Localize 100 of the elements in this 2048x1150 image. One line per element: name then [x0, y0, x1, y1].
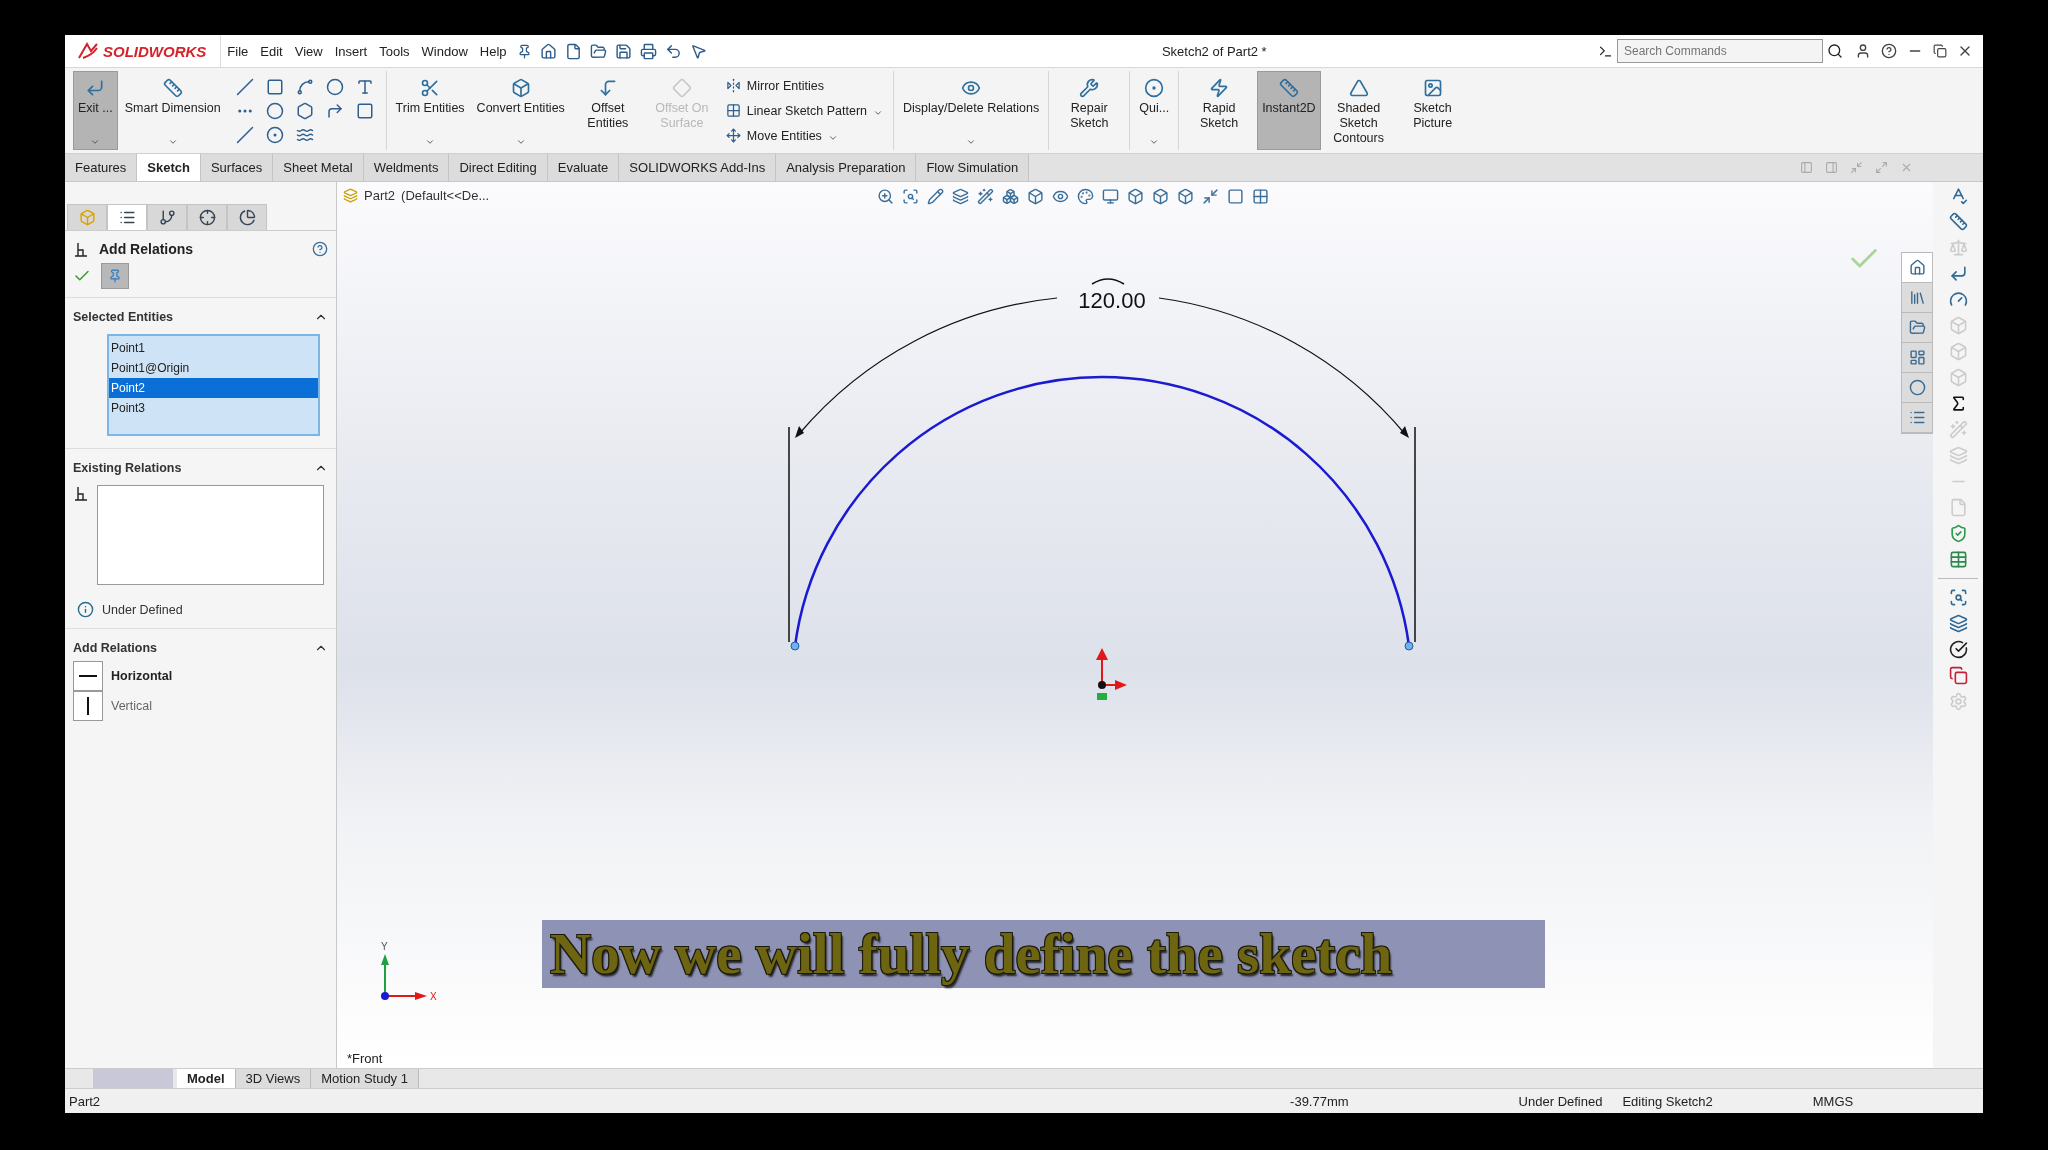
task-pane-tab[interactable] [1902, 343, 1932, 373]
zoom-icon[interactable] [877, 188, 894, 205]
command-button[interactable]: Rapid Sketch [1183, 71, 1256, 150]
relation-option[interactable]: Horizontal [65, 661, 173, 691]
search-icon[interactable] [1827, 43, 1843, 59]
line-icon[interactable] [235, 78, 254, 96]
monitor-icon[interactable] [1102, 188, 1119, 205]
view-orientation-icon[interactable] [1002, 188, 1019, 205]
command-button[interactable]: Offset Entities [571, 71, 644, 150]
entity-item[interactable]: Point2 [109, 378, 318, 398]
zoom-area-icon[interactable] [902, 188, 919, 205]
menu-item[interactable]: File [221, 41, 255, 61]
task-pane-tab[interactable] [1902, 253, 1932, 283]
fillet-icon[interactable] [325, 102, 344, 120]
cube-icon[interactable] [1127, 188, 1144, 205]
relations-list[interactable] [97, 485, 324, 585]
copy-icon[interactable] [1948, 666, 1968, 685]
ribbon-tab[interactable]: Sketch [137, 154, 201, 181]
menu-item[interactable]: Tools [373, 41, 416, 61]
printer-icon[interactable] [639, 42, 657, 60]
table-icon[interactable] [1948, 550, 1968, 569]
command-button[interactable]: Qui... [1134, 71, 1175, 150]
status-units[interactable]: MMGS [1812, 1093, 1854, 1109]
panel-tab[interactable] [107, 204, 147, 230]
model-tab[interactable]: Model [177, 1069, 236, 1088]
single-view-icon[interactable] [1227, 188, 1244, 205]
home-icon[interactable] [539, 42, 557, 60]
command-button[interactable]: Move Entities [723, 127, 886, 144]
arrow-icon[interactable] [1948, 264, 1968, 283]
ribbon-tab[interactable]: Analysis Preparation [776, 154, 917, 181]
task-pane-tab[interactable] [1902, 403, 1932, 433]
model-tab[interactable]: 3D Views [235, 1069, 312, 1088]
entity-item[interactable]: Point1 [109, 338, 318, 358]
hexagon-icon[interactable] [295, 102, 314, 120]
menu-item[interactable]: Edit [254, 41, 289, 61]
help-icon[interactable] [312, 241, 328, 257]
help-icon[interactable] [1881, 43, 1897, 59]
command-button[interactable]: Smart Dimension [119, 71, 226, 150]
entity-item[interactable]: Point1@Origin [109, 358, 318, 378]
rectangle-icon[interactable] [265, 78, 284, 96]
entity-list[interactable]: Point1 Point1@Origin Point2 Point3 [107, 334, 320, 436]
ribbon-tab[interactable]: Sheet Metal [273, 154, 364, 181]
menu-item[interactable]: Help [473, 41, 513, 61]
appearance-icon[interactable] [1077, 188, 1094, 205]
four-view-icon[interactable] [1252, 188, 1269, 205]
cube-icon[interactable] [1177, 188, 1194, 205]
search-field[interactable]: Search Commands [1617, 39, 1823, 63]
spline-icon[interactable] [295, 126, 314, 144]
construction-line-icon[interactable] [235, 126, 254, 144]
part-name[interactable]: Part2 [364, 188, 396, 203]
ribbon-tab[interactable]: SOLIDWORKS Add-Ins [619, 154, 777, 181]
pin-icon[interactable] [516, 43, 532, 59]
new-document-icon[interactable] [564, 42, 582, 60]
ribbon-tab[interactable]: Weldments [363, 154, 450, 181]
menu-item[interactable]: Window [415, 41, 474, 61]
pencil-icon[interactable] [927, 188, 944, 205]
layers-icon[interactable] [1948, 614, 1968, 633]
user-icon[interactable] [1855, 43, 1871, 59]
section-header[interactable]: Selected Entities [65, 298, 336, 330]
restore-icon[interactable] [1933, 44, 1947, 58]
menu-item[interactable]: View [288, 41, 329, 61]
command-button[interactable]: Instant2D [1257, 71, 1321, 150]
graphics-area[interactable]: 120.00 Y X Part2 (Default<<De... *Front Now we will fully define the sketch [337, 182, 1933, 1068]
command-button[interactable]: Mirror Entities [723, 77, 886, 94]
entity-item[interactable]: Point3 [109, 398, 318, 418]
ribbon-tab[interactable]: Evaluate [547, 154, 620, 181]
task-pane-tab[interactable] [1902, 313, 1932, 343]
section-header[interactable]: Existing Relations [65, 449, 336, 481]
ribbon-tab[interactable]: Direct Editing [449, 154, 548, 181]
command-button[interactable]: Convert Entities [471, 71, 570, 150]
panel-tab[interactable] [187, 204, 227, 230]
open-folder-icon[interactable] [589, 42, 607, 60]
arc-icon[interactable] [295, 78, 314, 96]
task-pane-tab[interactable] [1902, 373, 1932, 403]
check-circle-icon[interactable] [1948, 640, 1968, 659]
menu-item[interactable]: Insert [328, 41, 374, 61]
command-button[interactable]: Trim Entities [390, 71, 470, 150]
wand-icon[interactable] [977, 188, 994, 205]
command-button[interactable]: Shaded Sketch Contours [1322, 71, 1395, 150]
cube-icon[interactable] [1152, 188, 1169, 205]
command-button[interactable]: Exit ... [73, 71, 118, 150]
section-header[interactable]: Add Relations [65, 629, 336, 661]
task-pane-tab[interactable] [1902, 283, 1932, 313]
section-view-icon[interactable] [952, 188, 969, 205]
text-icon[interactable] [355, 78, 374, 96]
undo-icon[interactable] [664, 42, 682, 60]
relation-option[interactable]: Vertical [65, 691, 152, 721]
ribbon-tab[interactable]: Features [65, 154, 138, 181]
save-icon[interactable] [614, 42, 632, 60]
command-button[interactable]: Display/Delete Relations [898, 71, 1045, 150]
gauge-icon[interactable] [1948, 290, 1968, 309]
display-style-icon[interactable] [1027, 188, 1044, 205]
dimension-value[interactable]: 120.00 [1078, 288, 1146, 313]
panel-tab[interactable] [227, 204, 267, 230]
app-logo[interactable]: SOLIDWORKS [65, 35, 222, 67]
command-button[interactable]: Sketch Picture [1396, 71, 1469, 150]
measure-icon[interactable] [1948, 212, 1968, 231]
model-tab[interactable]: Motion Study 1 [311, 1069, 419, 1088]
analysis-icon[interactable] [1948, 588, 1968, 607]
circle-icon[interactable] [265, 126, 284, 144]
